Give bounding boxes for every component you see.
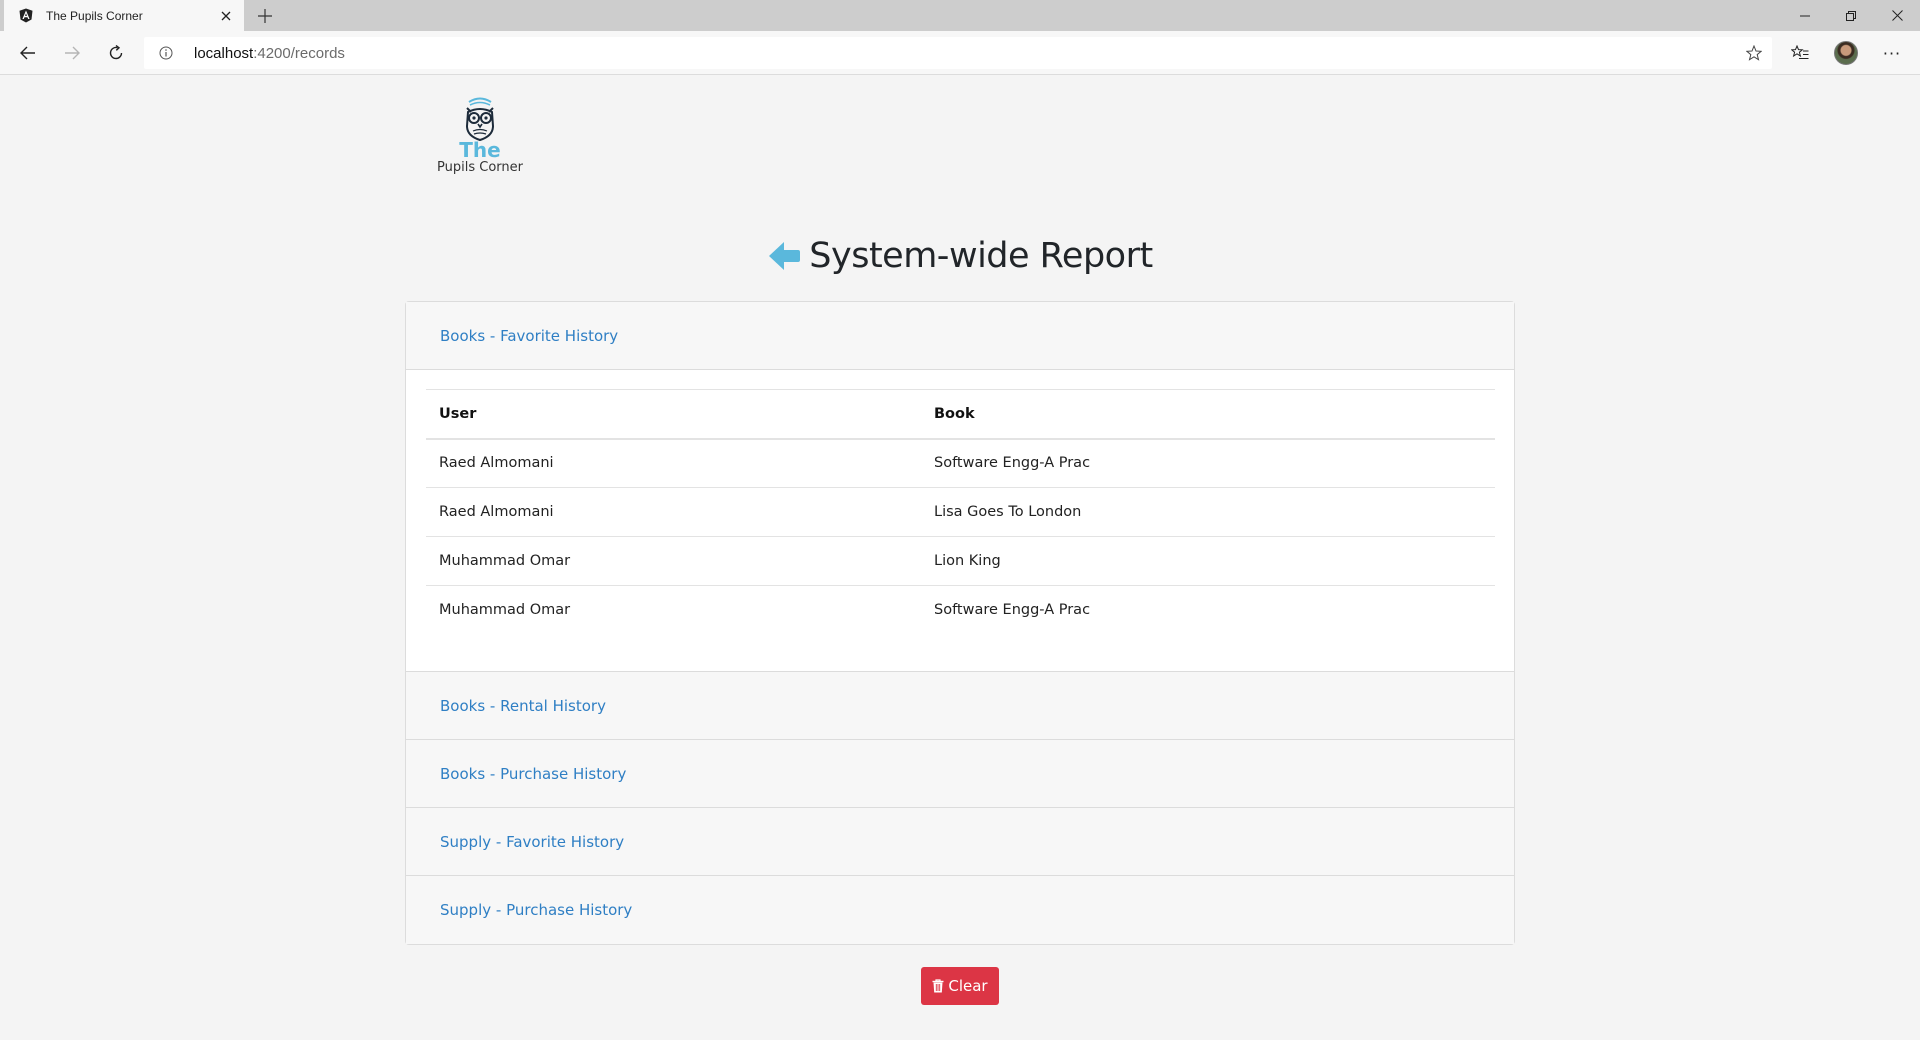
column-header-book: Book	[921, 389, 1495, 440]
clear-button[interactable]: Clear	[921, 967, 999, 1005]
section-books-rental-history[interactable]: Books - Rental History	[406, 672, 1514, 740]
favorites-list-icon[interactable]	[1784, 37, 1816, 69]
section-link[interactable]: Supply - Purchase History	[440, 901, 632, 919]
section-link[interactable]: Books - Favorite History	[440, 327, 618, 345]
favorites-table: User Book Raed Almomani Software Engg-A …	[426, 389, 1495, 635]
logo-title: The	[459, 138, 501, 162]
window-close-icon[interactable]	[1874, 0, 1920, 31]
cell-user: Raed Almomani	[426, 487, 921, 537]
cell-book: Software Engg-A Prac	[921, 438, 1495, 488]
owl-logo-icon	[465, 97, 495, 142]
tab-close-icon[interactable]	[214, 4, 238, 28]
profile-avatar[interactable]	[1830, 37, 1862, 69]
favorite-star-icon[interactable]	[1745, 44, 1763, 61]
table-row: Muhammad Omar Software Engg-A Prac	[426, 586, 1495, 635]
cell-user: Muhammad Omar	[426, 536, 921, 586]
section-books-favorite-history[interactable]: Books - Favorite History	[406, 302, 1514, 370]
cell-book: Lion King	[921, 536, 1495, 586]
cell-user: Muhammad Omar	[439, 602, 571, 619]
table-row: Raed Almomani Lisa Goes To London	[426, 487, 1495, 537]
more-menu-icon[interactable]: ···	[1876, 37, 1908, 69]
url-path: :4200/records	[253, 44, 345, 62]
section-books-purchase-history[interactable]: Books - Purchase History	[406, 740, 1514, 808]
column-header-user: User	[426, 389, 921, 440]
section-link[interactable]: Books - Purchase History	[440, 765, 626, 783]
url-text[interactable]: localhost:4200/records	[194, 45, 345, 62]
page-title: System-wide Report	[809, 236, 1153, 276]
table-header-row: User Book	[426, 389, 1495, 440]
trash-icon	[932, 979, 944, 993]
cell-user: Raed Almomani	[426, 438, 921, 488]
section-supply-purchase-history[interactable]: Supply - Purchase History	[406, 876, 1514, 944]
reload-icon[interactable]	[100, 37, 132, 69]
page-content: The Pupils Corner System-wide Report Boo…	[0, 76, 1920, 1040]
browser-tab[interactable]: The Pupils Corner	[4, 0, 244, 31]
section-books-favorite-body: User Book Raed Almomani Software Engg-A …	[406, 370, 1514, 672]
section-link[interactable]: Supply - Favorite History	[440, 833, 624, 851]
table-row: Raed Almomani Software Engg-A Prac	[426, 438, 1495, 488]
browser-toolbar: localhost:4200/records ···	[0, 31, 1920, 75]
table-row: Muhammad Omar Lion King	[426, 536, 1495, 586]
minimize-icon[interactable]	[1782, 0, 1828, 31]
tab-title: The Pupils Corner	[46, 8, 143, 23]
address-bar[interactable]: localhost:4200/records	[144, 37, 1772, 69]
back-arrow-icon[interactable]	[767, 239, 801, 273]
page-heading: System-wide Report	[0, 236, 1920, 276]
clear-button-label: Clear	[948, 977, 988, 995]
restore-icon[interactable]	[1828, 0, 1874, 31]
section-supply-favorite-history[interactable]: Supply - Favorite History	[406, 808, 1514, 876]
report-accordion: Books - Favorite History User Book Raed …	[405, 301, 1515, 945]
site-logo[interactable]: The Pupils Corner	[430, 96, 530, 186]
browser-tab-strip: The Pupils Corner	[0, 0, 1920, 31]
cell-book: Software Engg-A Prac	[934, 602, 1091, 619]
forward-arrow-icon[interactable]	[56, 37, 88, 69]
new-tab-icon[interactable]	[252, 3, 278, 29]
url-host: localhost	[194, 44, 254, 62]
logo-subtitle: Pupils Corner	[437, 160, 523, 175]
avatar	[1834, 41, 1858, 65]
back-arrow-icon[interactable]	[12, 37, 44, 69]
cell-book: Lisa Goes To London	[921, 487, 1495, 537]
angular-favicon-icon	[18, 8, 34, 24]
info-icon[interactable]	[158, 45, 174, 61]
section-link[interactable]: Books - Rental History	[440, 697, 606, 715]
